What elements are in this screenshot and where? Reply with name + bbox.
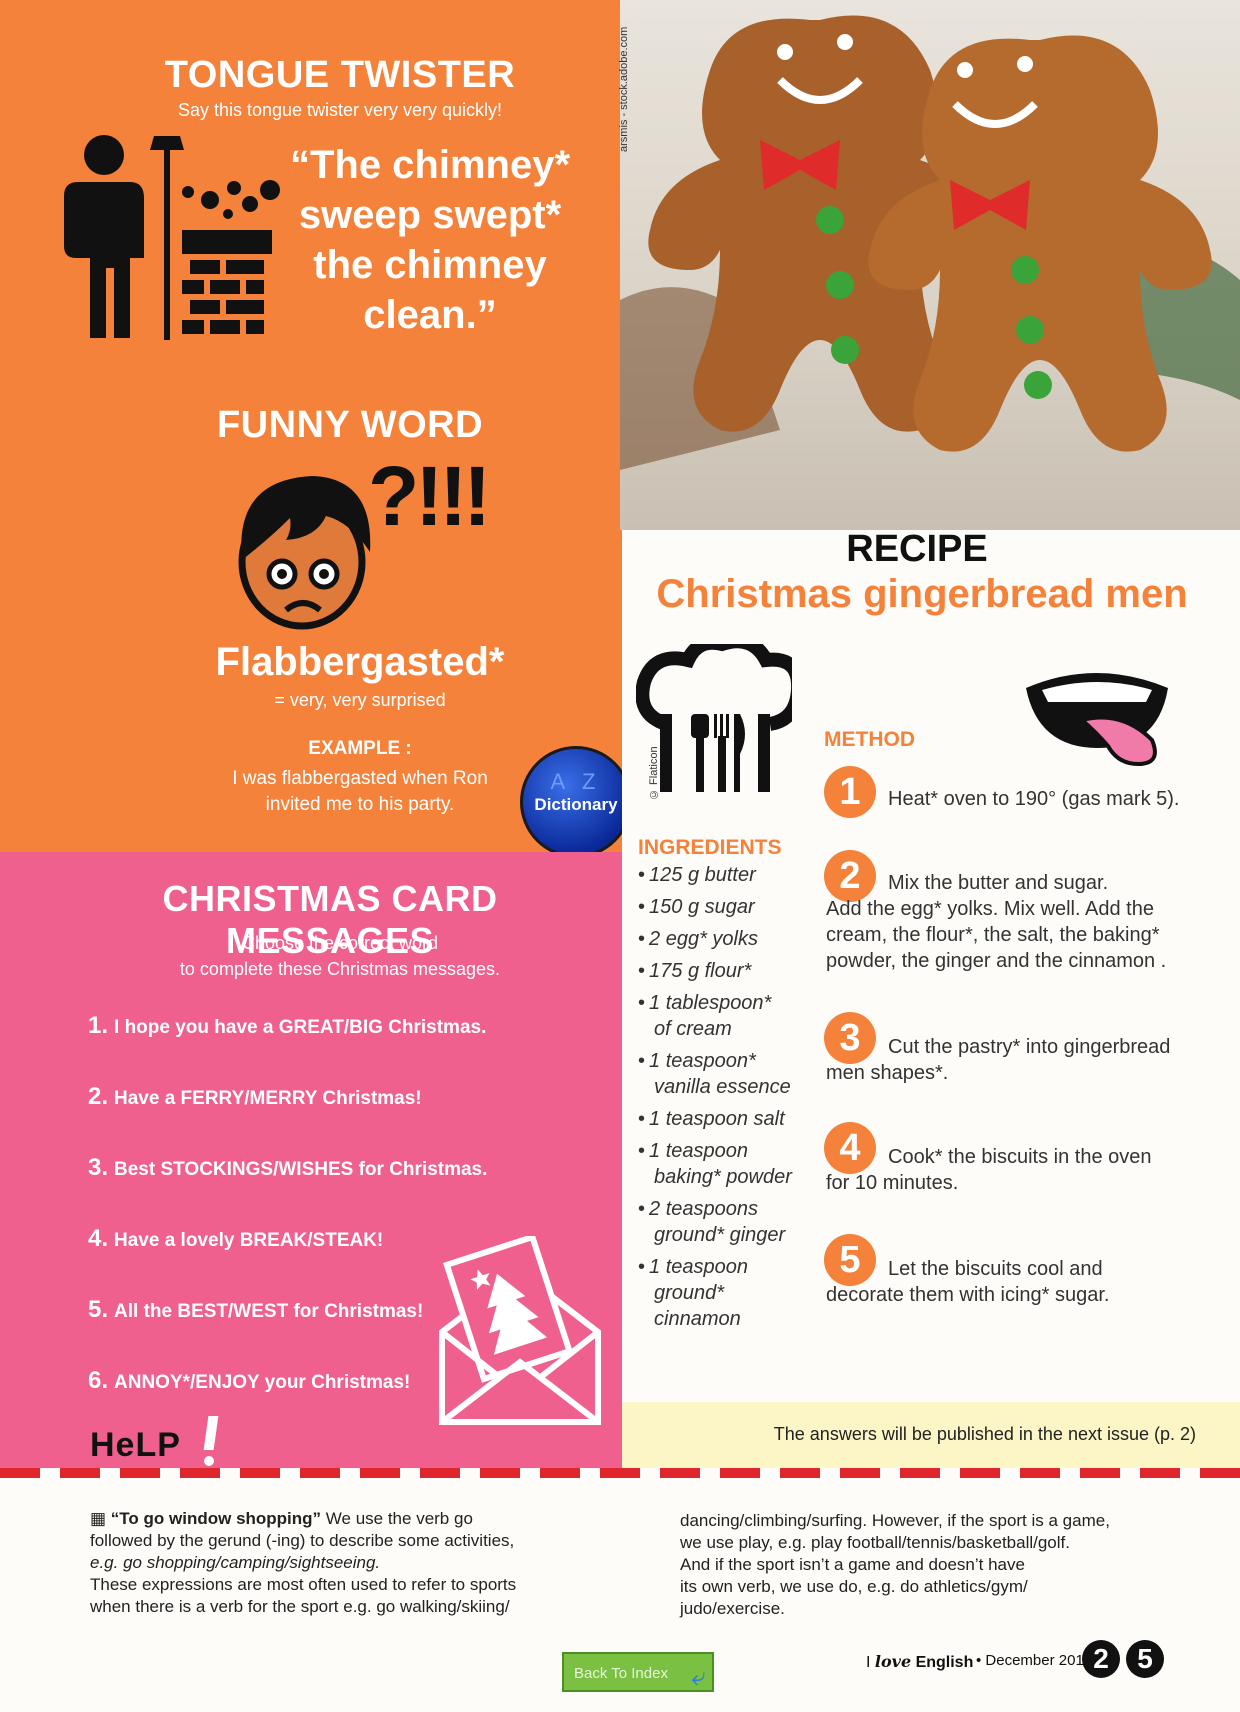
card-message-item: 2. Have a FERRY/MERRY Christmas! bbox=[88, 1083, 422, 1110]
ingredient-item: • 1 teaspoon* vanilla essence bbox=[638, 1050, 791, 1098]
ingredient-item: • 125 g butter bbox=[638, 864, 756, 886]
ingredient-item: • 1 tablespoon* of cream bbox=[638, 992, 772, 1040]
dictionary-letters: A Z bbox=[550, 769, 602, 794]
step-text: Cook* the biscuits in the oven for 10 mi… bbox=[826, 1146, 1152, 1194]
answers-note: The answers will be published in the nex… bbox=[773, 1424, 1196, 1444]
card-messages-instructions: Choose the correct word to complete thes… bbox=[179, 933, 501, 979]
ingredients-label: INGREDIENTS bbox=[638, 836, 782, 859]
icon-credit: © Flaticon bbox=[648, 746, 660, 800]
tongue-face-icon bbox=[1026, 673, 1168, 767]
ingredient-item: • 150 g sugar bbox=[638, 896, 755, 918]
ingredient-item: • 2 egg* yolks bbox=[638, 928, 758, 950]
ingredient-item: • 175 g flour* bbox=[638, 960, 752, 982]
gingerbread-photo bbox=[620, 0, 1240, 530]
step-text: Let the biscuits cool and decorate them … bbox=[826, 1258, 1110, 1306]
back-arrow-icon: ⤶ bbox=[691, 1661, 706, 1691]
recipe-title: Christmas gingerbread men bbox=[656, 572, 1188, 616]
christmas-card-envelope-icon bbox=[439, 1236, 601, 1425]
ingredient-item: • 1 teaspoon salt bbox=[638, 1108, 785, 1130]
page-number-digit: 5 bbox=[1126, 1640, 1164, 1678]
step-number: 1 bbox=[824, 766, 876, 818]
card-message-item: 4. Have a lovely BREAK/STEAK! bbox=[88, 1225, 384, 1252]
step-text: Mix the butter and sugar. Add the egg* y… bbox=[826, 872, 1167, 972]
example-line: I was flabbergasted when Ron bbox=[232, 768, 488, 789]
ingredients-list: • 125 g butter • 150 g sugar • 2 egg* yolks… bbox=[638, 862, 818, 1332]
ingredient-item: • 1 teaspoon ground* cinnamon bbox=[638, 1256, 748, 1330]
page-number-digit: 2 bbox=[1082, 1640, 1120, 1678]
dictionary-label: Dictionary bbox=[534, 795, 618, 814]
ingredient-item: • 2 teaspoons ground* ginger bbox=[638, 1198, 786, 1246]
help-exclamation-dot bbox=[204, 1456, 214, 1466]
example-line: invited me to his party. bbox=[265, 794, 455, 815]
issue-date: • December 2017 bbox=[976, 1652, 1093, 1669]
tongue-twister-text: “The chimney* sweep swept* the chimney c… bbox=[280, 140, 580, 340]
help-logo: HeLP bbox=[90, 1426, 181, 1464]
twister-line: “The chimney* bbox=[289, 143, 571, 187]
book-icon: ▦ bbox=[90, 1509, 107, 1528]
magazine-name: I love English bbox=[866, 1652, 974, 1671]
chimney-sweep-icon bbox=[64, 135, 280, 340]
card-message-item: 5. All the BEST/WEST for Christmas! bbox=[88, 1296, 424, 1323]
card-message-item: 6. ANNOY*/ENJOY your Christmas! bbox=[88, 1367, 411, 1394]
twister-line: sweep swept* bbox=[298, 193, 562, 237]
tongue-twister-title: TONGUE TWISTER bbox=[164, 54, 516, 96]
dictionary-button[interactable]: A Z Dictionary bbox=[520, 746, 632, 858]
funny-word-title: FUNNY WORD bbox=[216, 404, 484, 446]
step-text: Heat* oven to 190° (gas mark 5). bbox=[888, 788, 1180, 810]
example-label: EXAMPLE : bbox=[308, 738, 412, 759]
card-message-item: 1. I hope you have a GREAT/BIG Christmas. bbox=[88, 1012, 487, 1039]
tongue-twister-subtitle: Say this tongue twister very very quickl… bbox=[177, 100, 503, 120]
funny-word-meaning: = very, very surprised bbox=[274, 690, 446, 710]
ingredient-item: • 1 teaspoon baking* powder bbox=[638, 1140, 792, 1188]
method-label: METHOD bbox=[824, 728, 915, 751]
surprised-face-icon bbox=[238, 476, 371, 630]
help-box-left: ▦ “To go window shopping” We use the ver… bbox=[90, 1509, 517, 1616]
recipe-label: RECIPE bbox=[846, 528, 988, 570]
help-box-right: dancing/climbing/surfing. However, if th… bbox=[680, 1511, 1110, 1618]
example-text: I was flabbergasted when Ron invited me … bbox=[150, 766, 570, 818]
step-text: Cut the pastry* into gingerbread men sha… bbox=[826, 1036, 1171, 1084]
twister-line: the chimney bbox=[313, 243, 547, 287]
back-to-index-label: Back To Index bbox=[574, 1665, 668, 1682]
gingerbread-men-image bbox=[620, 15, 1240, 470]
exclamation-text: ?!!! bbox=[368, 449, 491, 543]
dashed-divider bbox=[0, 1468, 1240, 1478]
photo-credit: arsmis - stock.adobe.com bbox=[618, 26, 630, 152]
card-message-item: 3. Best STOCKINGS/WISHES for Christmas. bbox=[88, 1154, 488, 1181]
funny-word: Flabbergasted* bbox=[215, 640, 505, 684]
twister-line: clean.” bbox=[363, 293, 497, 337]
back-to-index-button[interactable]: Back To Index ⤶ bbox=[562, 1652, 714, 1692]
